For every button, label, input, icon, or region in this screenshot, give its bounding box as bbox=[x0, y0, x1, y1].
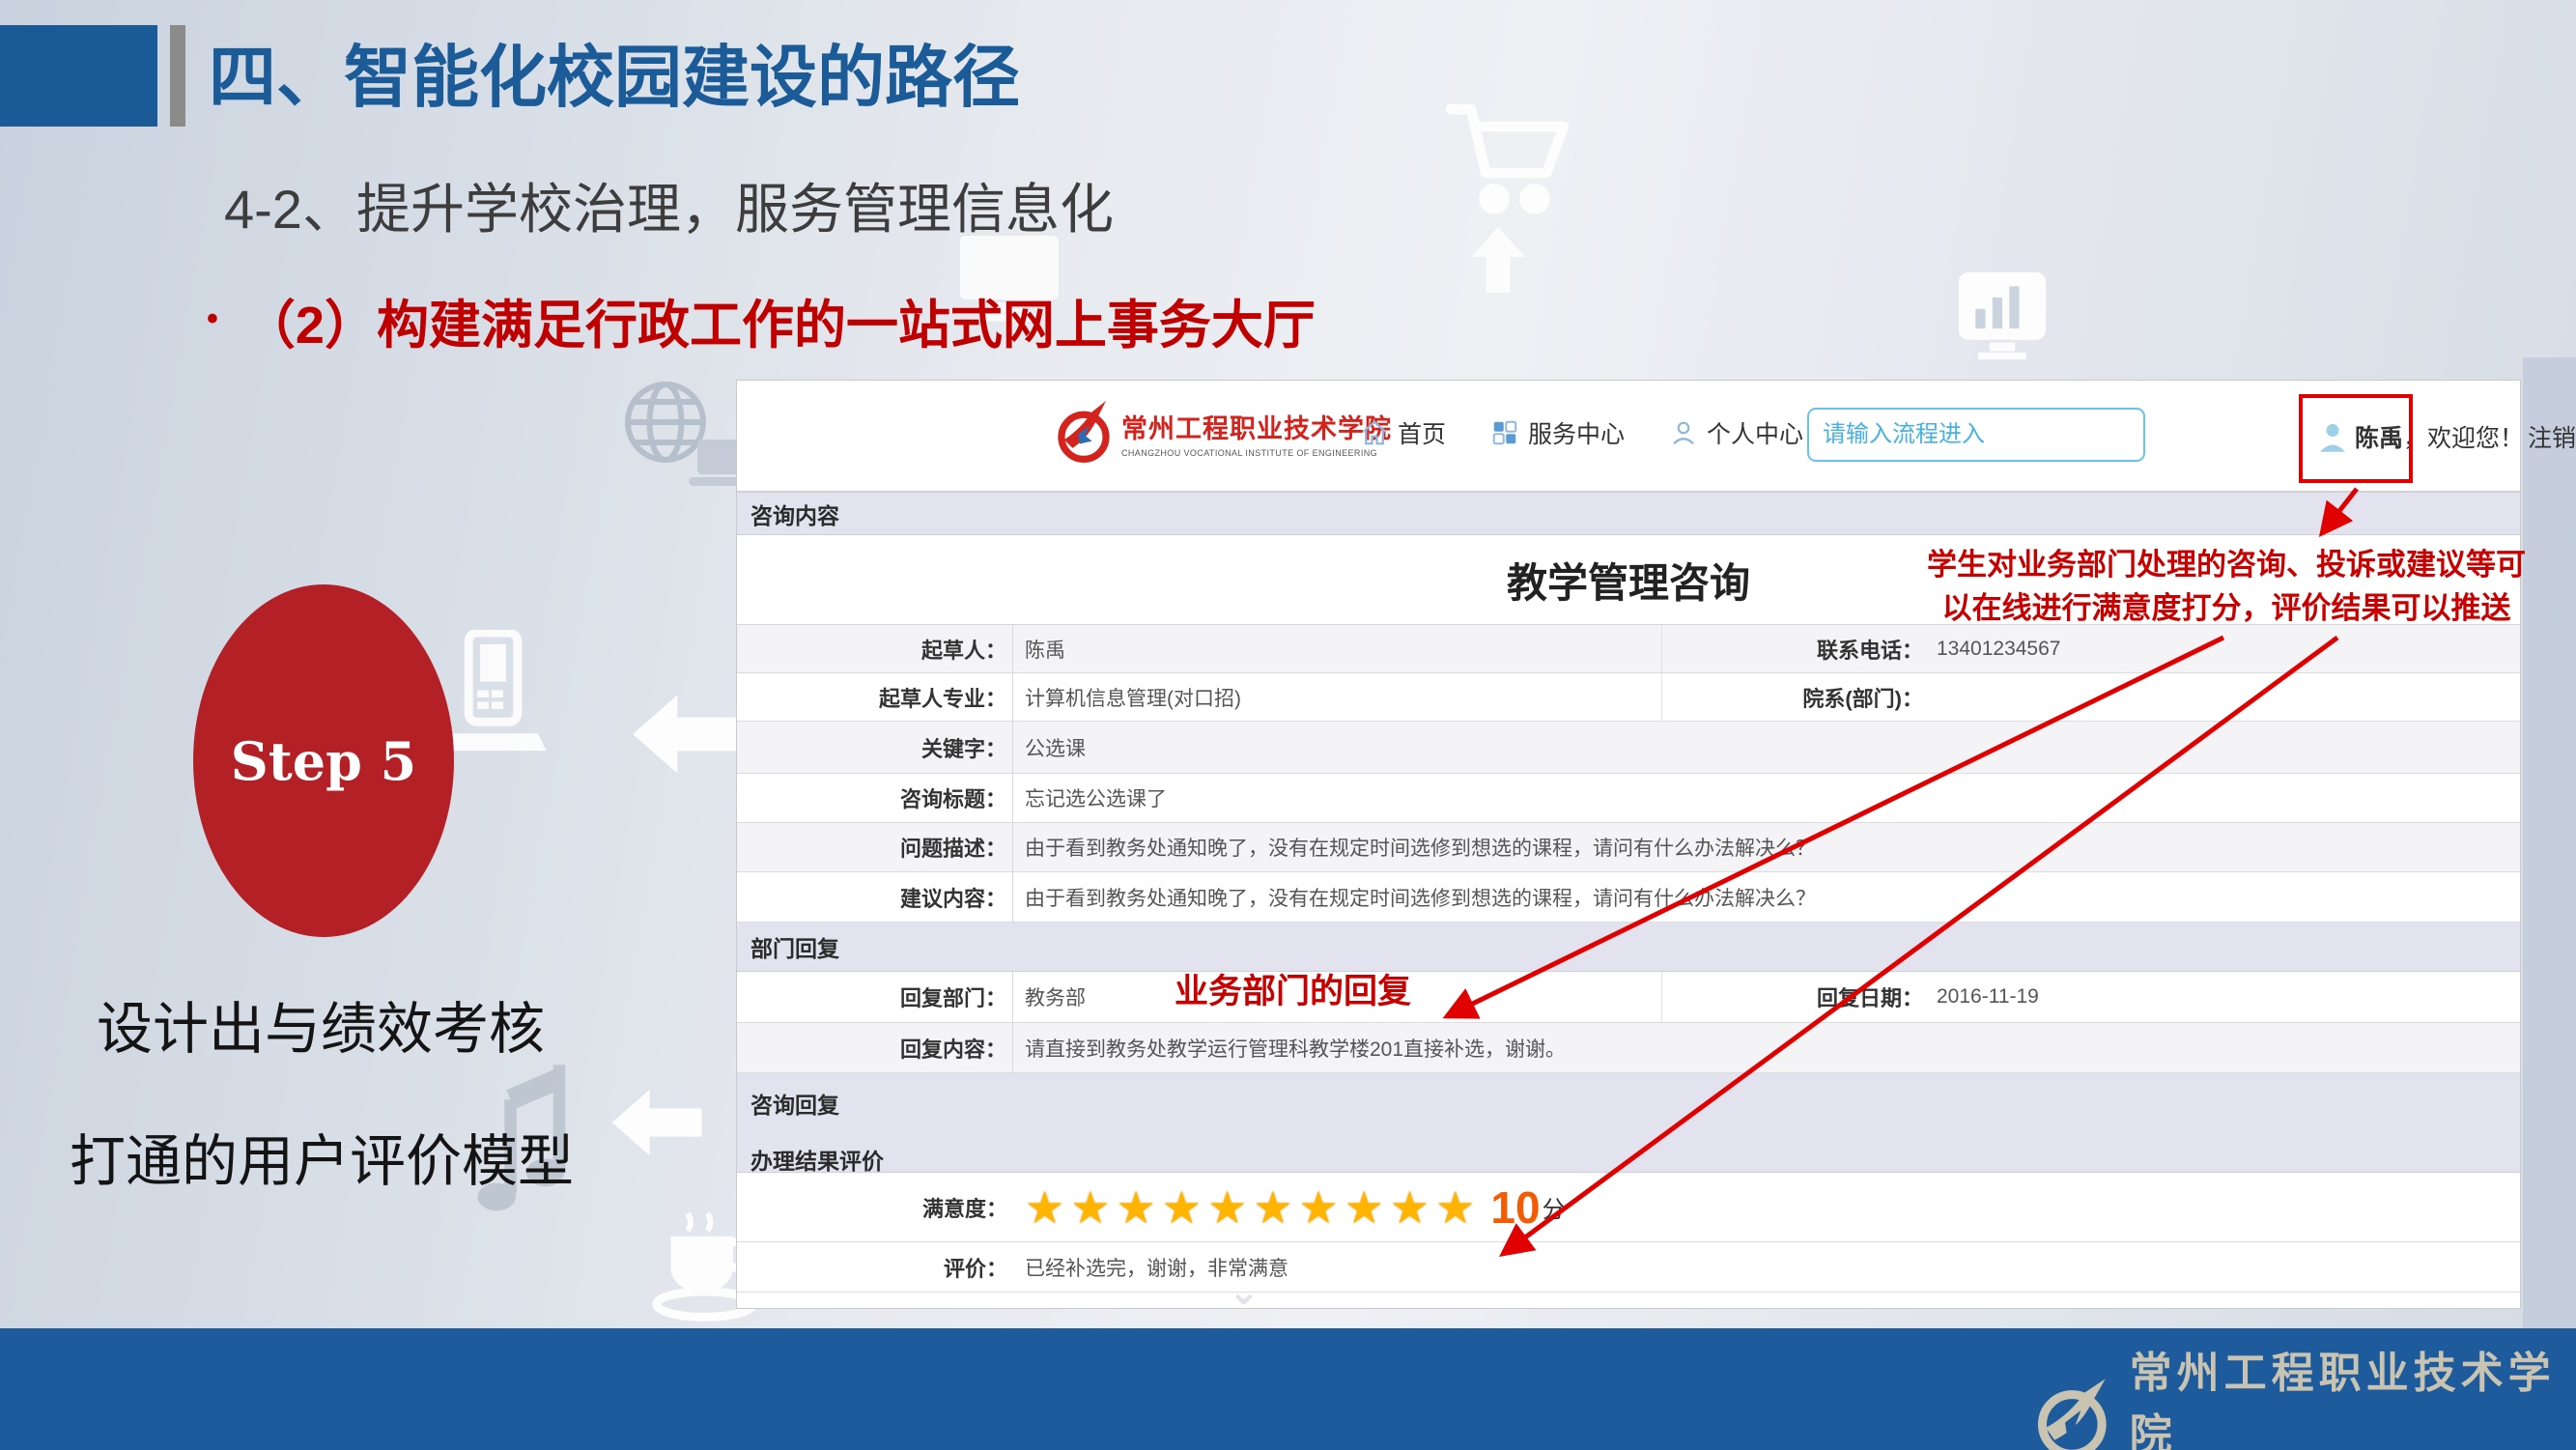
section-dept-reply: 部门回复 bbox=[737, 923, 2520, 972]
nav-item-home[interactable]: 首页 bbox=[1360, 415, 1446, 450]
field-label: 评价： bbox=[737, 1242, 1013, 1292]
webapp-header: 常州工程职业技术学院 CHANGZHOU VOCATIONAL INSTITUT… bbox=[737, 381, 2520, 493]
field-label: 起草人专业： bbox=[737, 673, 1013, 721]
table-row: 评价： 已经补选完，谢谢，非常满意 bbox=[737, 1242, 2520, 1293]
phone-icon bbox=[437, 630, 552, 765]
arrow-left-icon bbox=[607, 1080, 707, 1165]
nav-item-label: 服务中心 bbox=[1528, 415, 1625, 450]
nav-item-personal-center[interactable]: 个人中心 bbox=[1669, 415, 1803, 450]
field-value: 请直接到教务处教学运行管理科教学楼201直接补选，谢谢。 bbox=[1013, 1034, 2520, 1063]
slide-bullet: • （2）构建满足行政工作的一站式网上事务大厅 bbox=[207, 282, 1316, 358]
field-value: 陈禹 bbox=[1013, 625, 1662, 672]
corner-accent-block bbox=[0, 25, 157, 127]
webapp-logo-cn: 常州工程职业技术学院 bbox=[1121, 408, 1392, 445]
grid-icon bbox=[1490, 418, 1519, 447]
highlight-box-user bbox=[2299, 394, 2413, 483]
webapp-logo-en: CHANGZHOU VOCATIONAL INSTITUTE OF ENGINE… bbox=[1121, 448, 1392, 458]
field-label: 建议内容： bbox=[737, 872, 1013, 922]
rating-unit: 分 bbox=[1543, 1190, 1566, 1224]
section-consult-content: 咨询内容 bbox=[737, 493, 2520, 535]
field-label: 咨询标题： bbox=[737, 774, 1013, 822]
user-icon bbox=[1669, 418, 1698, 447]
chevron-down-icon: ⌄ bbox=[1228, 1269, 1260, 1314]
field-label: 回复部门： bbox=[737, 972, 1013, 1022]
search-input[interactable] bbox=[1809, 421, 2136, 448]
form-title: 教学管理咨询 bbox=[1507, 551, 1750, 610]
background-strip bbox=[2523, 357, 2576, 1329]
table-row: 起草人： 陈禹 联系电话： 13401234567 bbox=[737, 625, 2520, 673]
field-value: 2016-11-19 bbox=[1923, 985, 2520, 1009]
field-value: 忘记选公选课了 bbox=[1013, 783, 2520, 812]
search-box bbox=[1807, 408, 2145, 462]
field-label: 关键字： bbox=[737, 722, 1013, 773]
home-icon bbox=[1360, 418, 1389, 447]
table-row: 咨询标题： 忘记选公选课了 bbox=[737, 774, 2520, 823]
arrow-left-icon bbox=[630, 684, 742, 784]
slide-subtitle: 4-2、提升学校治理，服务管理信息化 bbox=[224, 166, 1114, 244]
user-greeting: ，欢迎您！ bbox=[2403, 419, 2524, 454]
logout-link[interactable]: 注销 bbox=[2528, 419, 2576, 454]
chart-monitor-icon bbox=[1953, 267, 2052, 365]
section-consult-reply: 咨询回复 办理结果评价 bbox=[737, 1073, 2520, 1173]
footer-logo: 常州工程职业技术学院 CHANGZHOU VOCATIONAL INSTITUT… bbox=[2028, 1338, 2576, 1450]
table-row: 建议内容： 由于看到教务处通知晚了，没有在规定时间选修到想选的课程，请问有什么办… bbox=[737, 872, 2520, 923]
webapp-nav: 首页 服务中心 个人中心 bbox=[1360, 415, 1803, 450]
cart-icon bbox=[1439, 89, 1584, 234]
slide-bullet-text: （2）构建满足行政工作的一站式网上事务大厅 bbox=[243, 297, 1316, 355]
table-row: 回复部门： 教务部 回复日期： 2016-11-19 bbox=[737, 972, 2520, 1023]
webapp-screenshot: 常州工程职业技术学院 CHANGZHOU VOCATIONAL INSTITUT… bbox=[736, 380, 2521, 1309]
star-rating[interactable]: ★★★★★★★★★★ bbox=[1025, 1185, 1481, 1230]
slide-footer: 常州工程职业技术学院 CHANGZHOU VOCATIONAL INSTITUT… bbox=[0, 1328, 2576, 1450]
field-label: 回复内容： bbox=[737, 1023, 1013, 1072]
bullet-dot-icon: • bbox=[207, 300, 218, 338]
table-row: 回复内容： 请直接到教务处教学运行管理科教学楼201直接补选，谢谢。 bbox=[737, 1023, 2520, 1073]
footer-logo-cn: 常州工程职业技术学院 bbox=[2130, 1338, 2576, 1450]
field-value: 由于看到教务处通知晚了，没有在规定时间选修到想选的课程，请问有什么办法解决么？ bbox=[1013, 833, 2520, 862]
nav-item-service-center[interactable]: 服务中心 bbox=[1490, 415, 1625, 450]
step-caption-line1: 设计出与绩效考核 bbox=[97, 983, 545, 1065]
page-title: 四、智能化校园建设的路径 bbox=[209, 23, 1020, 121]
annotation-note-line2: 以在线进行满意度打分，评价结果可以推送 bbox=[1917, 586, 2535, 630]
up-arrow-icon bbox=[1468, 227, 1528, 293]
section-consult-reply-label: 咨询回复 bbox=[750, 1087, 2520, 1120]
table-row: 关键字： 公选课 bbox=[737, 722, 2520, 774]
section-result-eval-label: 办理结果评价 bbox=[750, 1143, 2520, 1176]
nav-item-label: 首页 bbox=[1398, 415, 1446, 450]
field-value: 由于看到教务处通知晚了，没有在规定时间选修到想选的课程，请问有什么办法解决么？ bbox=[1013, 883, 2520, 912]
annotation-reply-note: 业务部门的回复 bbox=[1175, 964, 1411, 1013]
field-value: 13401234567 bbox=[1923, 638, 2520, 661]
field-value: 计算机信息管理(对口招) bbox=[1013, 673, 1662, 721]
field-label: 问题描述： bbox=[737, 823, 1013, 871]
school-emblem-icon bbox=[1056, 398, 1112, 468]
field-label: 回复日期： bbox=[1662, 981, 1923, 1012]
school-emblem-icon bbox=[2028, 1373, 2116, 1450]
field-label: 起草人： bbox=[737, 625, 1013, 672]
corner-accent-bar bbox=[170, 25, 185, 127]
annotation-note: 学生对业务部门处理的咨询、投诉或建议等可 以在线进行满意度打分，评价结果可以推送 bbox=[1917, 543, 2535, 630]
nav-item-label: 个人中心 bbox=[1707, 415, 1803, 450]
webapp-logo: 常州工程职业技术学院 CHANGZHOU VOCATIONAL INSTITUT… bbox=[1056, 398, 1392, 468]
table-row: 问题描述： 由于看到教务处通知晚了，没有在规定时间选修到想选的课程，请问有什么办… bbox=[737, 823, 2520, 872]
presentation-slide: 四、智能化校园建设的路径 4-2、提升学校治理，服务管理信息化 • （2）构建满足… bbox=[0, 0, 2576, 1450]
annotation-note-line1: 学生对业务部门处理的咨询、投诉或建议等可 bbox=[1917, 543, 2535, 586]
field-value: 公选课 bbox=[1013, 733, 2520, 762]
step-badge: Step 5 bbox=[193, 584, 454, 937]
rating-score: 10 bbox=[1490, 1185, 1540, 1230]
table-row: 起草人专业： 计算机信息管理(对口招) 院系(部门)： bbox=[737, 673, 2520, 722]
step-caption-line2: 打通的用户评价模型 bbox=[70, 1116, 574, 1197]
rating-row: 满意度： ★★★★★★★★★★ 10 分 bbox=[737, 1173, 2520, 1242]
step-badge-label: Step 5 bbox=[231, 730, 416, 792]
field-label: 满意度： bbox=[737, 1173, 1013, 1241]
field-label: 院系(部门)： bbox=[1662, 682, 1923, 713]
field-label: 联系电话： bbox=[1662, 634, 1923, 665]
